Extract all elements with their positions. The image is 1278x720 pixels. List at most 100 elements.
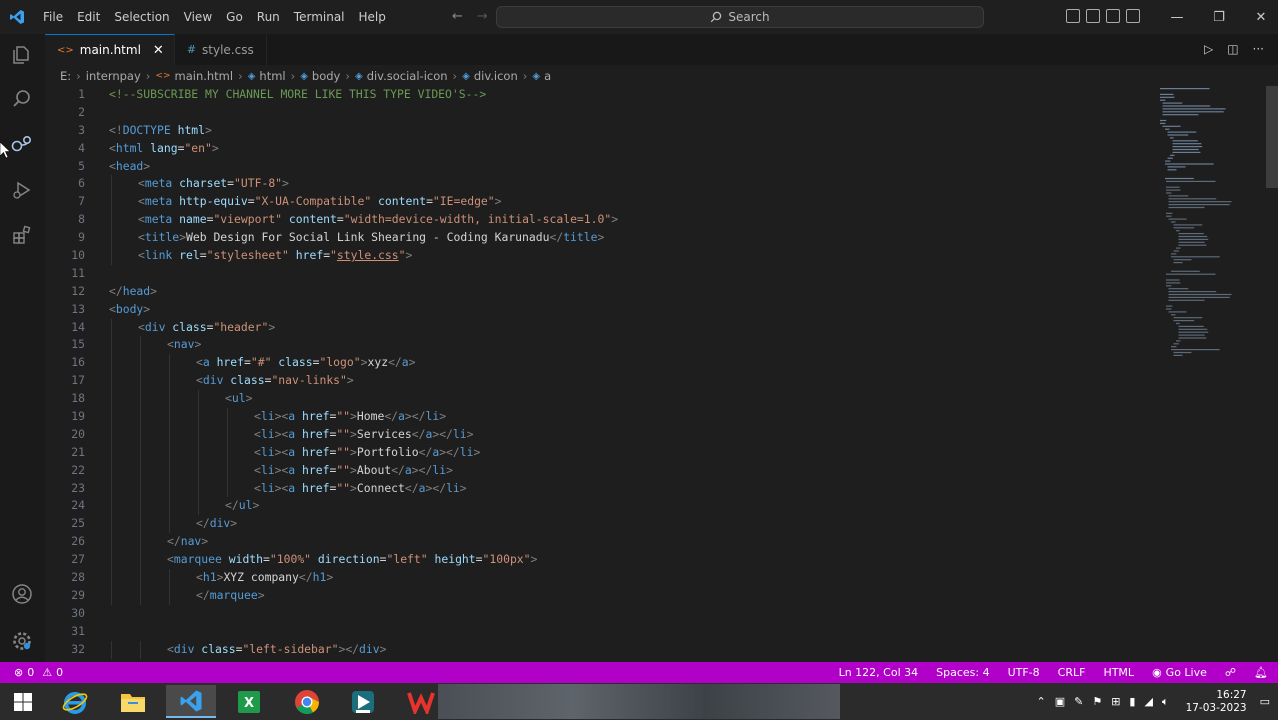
breadcrumb-html[interactable]: html — [259, 69, 285, 83]
notification-center-icon[interactable]: ▭ — [1260, 695, 1270, 708]
code-line[interactable]: 19 <li><a href="">Home</a></li> — [45, 408, 1155, 426]
code-line[interactable]: 7 <meta http-equiv="X-UA-Compatible" cont… — [45, 193, 1155, 212]
code-line[interactable]: 17 <div class="nav-links"> — [45, 372, 1155, 391]
vertical-scrollbar[interactable] — [1266, 86, 1278, 188]
indentation[interactable]: Spaces: 4 — [936, 666, 989, 679]
cursor-position[interactable]: Ln 122, Col 34 — [839, 666, 919, 679]
volume-icon[interactable]: 🔈︎ — [1162, 695, 1169, 709]
notifications-bell-icon[interactable]: 🔔︎ — [1254, 666, 1268, 679]
code-line[interactable]: 23 <li><a href="">Connect</a></li> — [45, 479, 1155, 498]
code-line[interactable]: 10 <link rel="stylesheet" href="style.css… — [45, 247, 1155, 265]
code-line[interactable]: 21 <li><a href="">Portfolio</a></li> — [45, 443, 1155, 462]
code-line[interactable]: 8 <meta name="viewport" content="width=de… — [45, 211, 1155, 230]
restore-button[interactable]: ❐ — [1198, 0, 1240, 34]
breadcrumb-body[interactable]: body — [312, 69, 340, 83]
vscode-taskbar-icon[interactable] — [166, 685, 216, 718]
menu-terminal[interactable]: Terminal — [287, 0, 352, 34]
menu-go[interactable]: Go — [219, 0, 250, 34]
breadcrumb-folder[interactable]: internpay — [86, 69, 141, 83]
close-icon[interactable]: ✕ — [153, 43, 164, 58]
chevron-up-icon[interactable]: ⌃ — [1036, 695, 1045, 708]
windows-start-icon[interactable] — [0, 685, 46, 718]
minimize-button[interactable]: — — [1156, 0, 1198, 34]
pen-icon[interactable]: ✎ — [1074, 695, 1083, 708]
flag-icon[interactable]: ⚑ — [1092, 695, 1102, 708]
go-live-button[interactable]: ◉ Go Live — [1152, 666, 1207, 679]
run-debug-icon[interactable] — [9, 177, 35, 203]
excel-icon[interactable]: X — [224, 685, 274, 718]
code-line[interactable]: 27 <marquee width="100%" direction="left"… — [45, 551, 1155, 570]
system-clock[interactable]: 16:27 17-03-2023 — [1186, 689, 1247, 715]
command-center-search[interactable]: Search — [496, 6, 984, 28]
search-sidebar-icon[interactable] — [9, 86, 35, 112]
menu-view[interactable]: View — [177, 0, 219, 34]
manage-gear-icon[interactable] — [9, 628, 35, 654]
back-arrow-icon[interactable]: ← — [452, 9, 463, 24]
end-of-line[interactable]: CRLF — [1058, 666, 1086, 679]
internet-explorer-icon[interactable] — [50, 685, 100, 718]
extensions-icon[interactable] — [9, 222, 35, 248]
code-line[interactable]: 2 — [45, 104, 1155, 122]
code-line[interactable]: 24 </ul> — [45, 497, 1155, 516]
code-line[interactable]: 11 — [45, 265, 1155, 283]
tab-style-css[interactable]: # style.css — [175, 34, 267, 65]
code-line[interactable]: 25 </div> — [45, 515, 1155, 534]
code-line[interactable]: 18 <ul> — [45, 390, 1155, 409]
code-line[interactable]: 13 <body> — [45, 301, 1155, 319]
code-line[interactable]: 28 <h1>XYZ company</h1> — [45, 569, 1155, 587]
close-window-button[interactable]: ✕ — [1240, 0, 1278, 34]
breadcrumb-drive[interactable]: E: — [60, 69, 71, 83]
code-line[interactable]: 5 <head> — [45, 158, 1155, 176]
language-mode[interactable]: HTML — [1103, 666, 1134, 679]
source-control-icon[interactable] — [9, 132, 35, 158]
code-line[interactable]: 16 <a href="#" class="logo">xyz</a> — [45, 354, 1155, 373]
code-line[interactable]: 20 <li><a href="">Services</a></li> — [45, 425, 1155, 444]
code-line[interactable]: 1 <!--SUBSCRIBE MY CHANNEL MORE LIKE THIS… — [45, 86, 1155, 104]
customize-layout-icon[interactable] — [1126, 9, 1140, 23]
chrome-icon[interactable] — [282, 685, 332, 718]
code-line[interactable]: 26 </nav> — [45, 533, 1155, 552]
code-line[interactable]: 29 </marquee> — [45, 586, 1155, 605]
code-line[interactable]: 30 — [45, 605, 1155, 623]
forward-arrow-icon[interactable]: → — [477, 9, 488, 24]
breadcrumb-a[interactable]: a — [544, 69, 551, 83]
code-line[interactable]: 22 <li><a href="">About</a></li> — [45, 461, 1155, 480]
menu-selection[interactable]: Selection — [107, 0, 176, 34]
code-line[interactable]: 32 <div class="left-sidebar"></div> — [45, 640, 1155, 659]
code-line[interactable]: 3 <!DOCTYPE html> — [45, 122, 1155, 140]
code-editor[interactable]: 1 <!--SUBSCRIBE MY CHANNEL MORE LIKE THIS… — [45, 86, 1155, 662]
explorer-icon[interactable] — [9, 42, 35, 68]
tray-app-icon[interactable]: ▣ — [1055, 695, 1065, 708]
breadcrumb-file[interactable]: main.html — [175, 69, 234, 83]
code-line[interactable]: 9 <title>Web Design For Social Link Shear… — [45, 229, 1155, 248]
toggle-primary-sidebar-icon[interactable] — [1066, 9, 1080, 23]
file-explorer-icon[interactable] — [108, 685, 158, 718]
code-line[interactable]: 14 <div class="header"> — [45, 318, 1155, 337]
run-file-icon[interactable]: ▷ — [1204, 42, 1213, 56]
toggle-panel-icon[interactable] — [1086, 9, 1100, 23]
code-line[interactable]: 6 <meta charset="UTF-8"> — [45, 175, 1155, 194]
code-line[interactable]: 31 — [45, 623, 1155, 641]
problems-indicator[interactable]: ⊗ 0 ⚠ 0 — [0, 666, 63, 679]
feedback-icon[interactable]: ☍ — [1225, 666, 1236, 679]
breadcrumb-social-icon[interactable]: div.social-icon — [367, 69, 448, 83]
menu-edit[interactable]: Edit — [70, 0, 107, 34]
accounts-icon[interactable] — [9, 581, 35, 607]
code-line[interactable]: 12 </head> — [45, 283, 1155, 301]
more-actions-icon[interactable]: ··· — [1253, 42, 1264, 56]
toggle-secondary-sidebar-icon[interactable] — [1106, 9, 1120, 23]
menu-file[interactable]: File — [36, 0, 70, 34]
menu-help[interactable]: Help — [352, 0, 393, 34]
wifi-icon[interactable]: ◢ — [1144, 695, 1152, 708]
menu-run[interactable]: Run — [250, 0, 287, 34]
network-icon[interactable]: ⊞ — [1111, 695, 1120, 708]
breadcrumb-div-icon[interactable]: div.icon — [474, 69, 518, 83]
code-line[interactable]: 4 <html lang="en"> — [45, 140, 1155, 158]
minimap[interactable] — [1158, 86, 1266, 362]
split-editor-icon[interactable]: ◫ — [1227, 42, 1238, 56]
file-encoding[interactable]: UTF-8 — [1008, 666, 1040, 679]
code-line[interactable]: 15 <nav> — [45, 336, 1155, 355]
recorder-app-icon[interactable] — [338, 685, 388, 718]
battery-icon[interactable]: ▮ — [1129, 695, 1135, 708]
tab-main-html[interactable]: <> main.html ✕ — [45, 34, 175, 65]
